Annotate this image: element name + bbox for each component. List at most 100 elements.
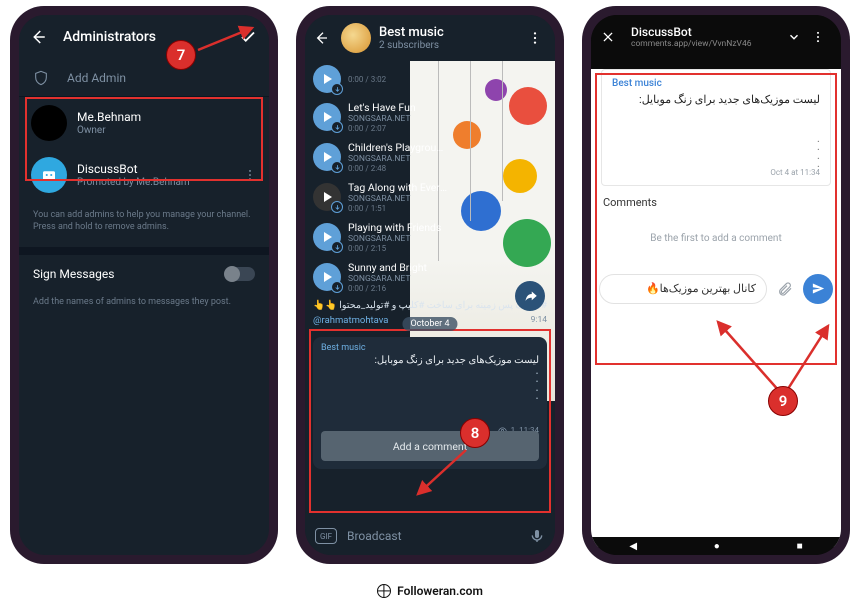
audio-track[interactable]: Sunny and Bright SONGSARA.NET 0:00 / 2:1…: [305, 257, 455, 297]
quoted-message: لیست موزیک‌های جدید برای زنگ موبایل:: [321, 355, 539, 366]
broadcast-placeholder: Broadcast: [347, 529, 402, 543]
download-badge-icon: [331, 281, 343, 293]
avatar: [31, 105, 67, 141]
admin-sub: Owner: [77, 125, 257, 136]
admin-name: DiscussBot: [77, 162, 243, 176]
audio-track[interactable]: 0:00 / 3:02: [305, 61, 455, 97]
admin-row-owner[interactable]: Me.Behnam Owner: [19, 97, 269, 149]
admin-row-bot[interactable]: DiscussBot Promoted by Me.Behnam: [19, 149, 269, 201]
play-icon[interactable]: [313, 183, 341, 211]
audio-track[interactable]: Children's Playground SONGSARA.NET 0:00 …: [305, 137, 455, 177]
track-duration: 0:00 / 1:51: [348, 204, 447, 213]
caption-mention[interactable]: @rahmatmohtava: [313, 315, 388, 328]
phone-discussbot: DiscussBot comments.app/view/VvnNzV46 Be…: [582, 6, 850, 564]
chevron-down-icon[interactable]: [787, 30, 807, 44]
channel-body: 0:00 / 3:02 Let's Have Fun SONGSARA.NET …: [305, 61, 555, 517]
track-duration: 0:00 / 3:02: [348, 75, 447, 84]
track-artist: SONGSARA.NET: [348, 114, 447, 124]
globe-icon: [377, 584, 391, 598]
more-vert-icon[interactable]: [243, 168, 257, 182]
close-icon[interactable]: [601, 30, 621, 44]
share-button[interactable]: [515, 281, 545, 311]
nav-recents-icon[interactable]: ■: [797, 541, 803, 552]
caption-time: 9:14: [531, 315, 547, 328]
annotation-badge-9: 9: [768, 386, 798, 416]
track-artist: SONGSARA.NET: [348, 234, 447, 244]
page-title: Administrators: [51, 29, 237, 45]
track-artist: SONGSARA.NET: [348, 154, 447, 164]
add-admin-label: Add Admin: [67, 71, 126, 85]
sign-messages-help: Add the names of admins to messages they…: [19, 293, 269, 311]
sign-messages-toggle[interactable]: [225, 267, 255, 281]
broadcast-input-bar[interactable]: GIF Broadcast: [305, 517, 555, 555]
back-icon[interactable]: [29, 28, 51, 46]
channel-header: Best music 2 subscribers: [305, 15, 555, 61]
download-badge-icon: [331, 161, 343, 173]
admin-sub: Promoted by Me.Behnam: [77, 177, 243, 188]
quoted-channel-title: Best music: [321, 343, 539, 353]
track-title: Playing with Friends: [348, 221, 447, 234]
sign-messages-row[interactable]: Sign Messages: [19, 255, 269, 293]
comment-input-row: کانال بهترین موزیک‌ها🔥: [591, 274, 841, 304]
avatar: [31, 157, 67, 193]
track-title: Tag Along with Every...: [348, 181, 447, 194]
date-separator: October 4: [402, 317, 457, 331]
track-duration: 0:00 / 2:07: [348, 124, 447, 133]
play-icon[interactable]: [313, 143, 341, 171]
download-badge-icon: [331, 201, 343, 213]
admins-help-text: You can add admins to help you manage yo…: [19, 201, 269, 255]
webview-title: DiscussBot: [631, 25, 783, 39]
webview-header: DiscussBot comments.app/view/VvnNzV46: [591, 15, 841, 59]
nav-back-icon[interactable]: ◀: [629, 541, 637, 552]
android-navbar: ◀ ● ■: [591, 537, 841, 555]
audio-track[interactable]: Tag Along with Every... SONGSARA.NET 0:0…: [305, 177, 455, 217]
comments-empty-text: Be the first to add a comment: [591, 213, 841, 274]
annotation-badge-8: 8: [460, 418, 490, 448]
post-message: لیست موزیک‌های جدید برای زنگ موبایل:: [612, 93, 820, 106]
download-badge-icon: [331, 241, 343, 253]
track-title: Let's Have Fun: [348, 101, 447, 114]
gif-icon[interactable]: GIF: [315, 528, 337, 544]
play-icon[interactable]: [313, 103, 341, 131]
play-icon[interactable]: [313, 263, 341, 291]
admin-name: Me.Behnam: [77, 110, 257, 124]
more-vert-icon[interactable]: [811, 30, 831, 44]
track-duration: 0:00 / 2:16: [348, 284, 447, 293]
download-badge-icon: [331, 83, 343, 95]
download-badge-icon: [331, 121, 343, 133]
add-admin-row[interactable]: Add Admin: [19, 59, 269, 97]
channel-sub: 2 subscribers: [379, 40, 527, 51]
post-date: Oct 4 at 11:34: [612, 168, 820, 177]
webview-url: comments.app/view/VvnNzV46: [631, 39, 783, 49]
track-title: Children's Playground: [348, 141, 447, 154]
back-icon[interactable]: [313, 30, 333, 46]
play-icon[interactable]: [313, 65, 341, 93]
shield-icon: [33, 70, 53, 86]
track-title: Sunny and Bright: [348, 261, 447, 274]
phone-administrators: Administrators Add Admin Me.Behnam Owner: [10, 6, 278, 564]
audio-track[interactable]: Playing with Friends SONGSARA.NET 0:00 /…: [305, 217, 455, 257]
audio-track[interactable]: Let's Have Fun SONGSARA.NET 0:00 / 2:07: [305, 97, 455, 137]
quoted-post-card[interactable]: Best music لیست موزیک‌های جدید برای زنگ …: [313, 337, 547, 469]
attach-icon[interactable]: [773, 281, 797, 297]
confirm-check-icon[interactable]: [237, 28, 259, 46]
nav-home-icon[interactable]: ●: [714, 541, 720, 552]
comment-input[interactable]: کانال بهترین موزیک‌ها🔥: [599, 274, 767, 304]
annotation-badge-7: 7: [166, 40, 196, 70]
post-channel-title: Best music: [612, 78, 820, 89]
phone-channel: Best music 2 subscribers: [296, 6, 564, 564]
mic-icon[interactable]: [529, 528, 545, 544]
caption-text: #موزیک پس زمینه برای ساخت #کلیپ و #تولید…: [313, 300, 547, 313]
channel-avatar[interactable]: [341, 23, 371, 53]
page-footer: Followeran.com: [0, 584, 860, 598]
more-vert-icon[interactable]: [527, 30, 547, 46]
send-button[interactable]: [803, 274, 833, 304]
footer-site: Followeran.com: [397, 584, 483, 598]
post-preview-card: Best music لیست موزیک‌های جدید برای زنگ …: [601, 69, 831, 186]
webview-body: Best music لیست موزیک‌های جدید برای زنگ …: [591, 69, 841, 547]
play-icon[interactable]: [313, 223, 341, 251]
administrators-header: Administrators: [19, 15, 269, 59]
track-duration: 0:00 / 2:15: [348, 244, 447, 253]
add-comment-button[interactable]: Add a comment: [321, 431, 539, 461]
sign-messages-label: Sign Messages: [33, 267, 114, 281]
